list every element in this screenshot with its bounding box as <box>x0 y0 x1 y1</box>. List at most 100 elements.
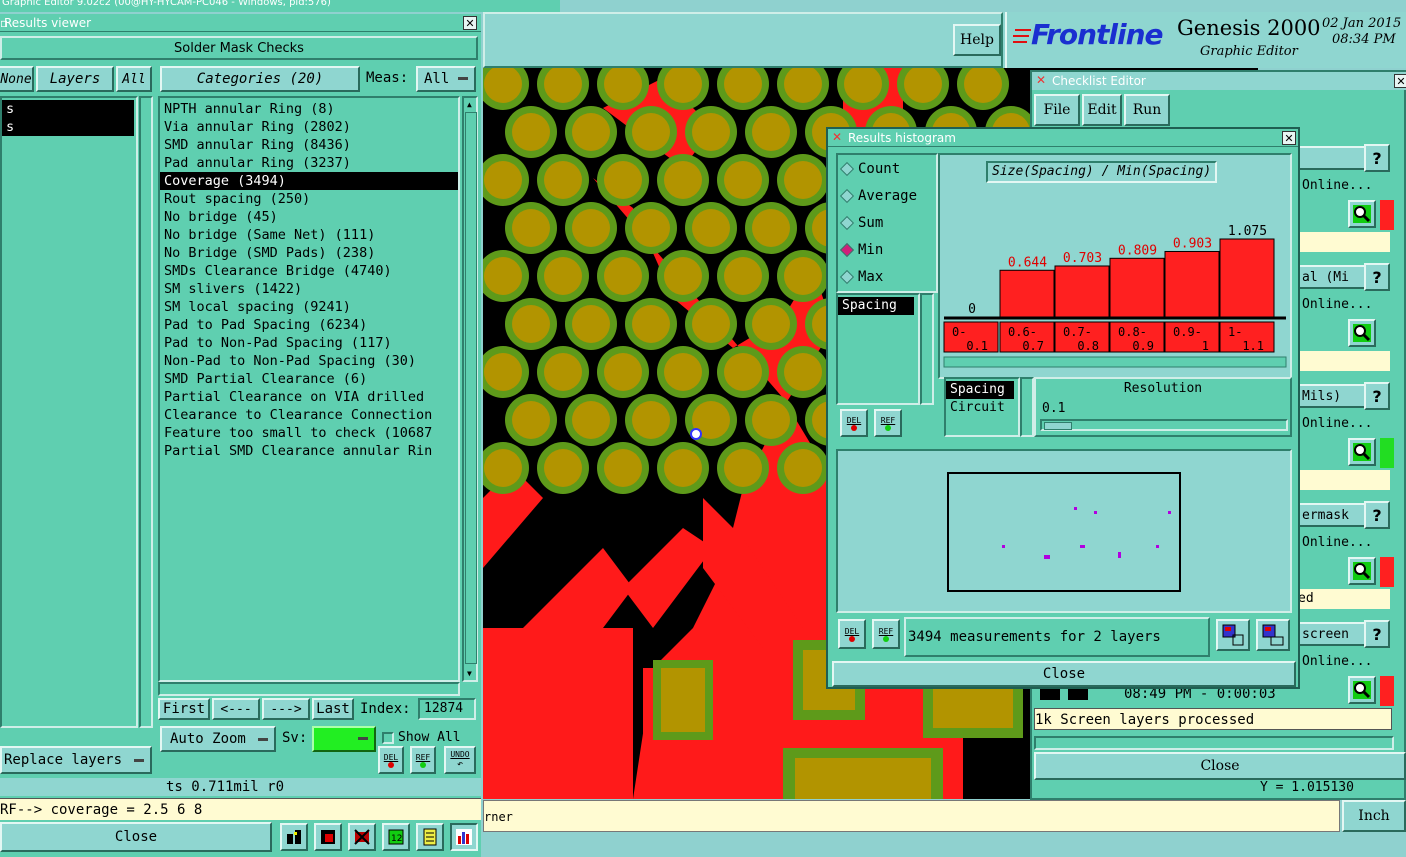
zoom-icon[interactable] <box>1348 438 1376 466</box>
scroll-thumb[interactable] <box>465 112 477 664</box>
type-list[interactable]: Spacing Circuit <box>944 377 1020 437</box>
histogram-bar[interactable] <box>1164 250 1220 318</box>
layers-button[interactable]: Layers <box>36 66 114 92</box>
category-item[interactable]: No Bridge (SMD Pads) (238) <box>160 244 458 262</box>
menu-edit[interactable]: Edit <box>1082 94 1122 126</box>
list-item[interactable]: Spacing <box>838 297 914 315</box>
list-item[interactable]: Circuit <box>946 399 1018 417</box>
menu-run[interactable]: Run <box>1124 94 1170 126</box>
category-item[interactable]: Feature too small to check (10687 <box>160 424 458 442</box>
list-item[interactable]: Spacing <box>946 381 1014 399</box>
mode-radio[interactable]: Average <box>838 182 936 209</box>
last-button[interactable]: Last <box>312 698 354 720</box>
category-item[interactable]: Coverage (3494) <box>160 172 458 190</box>
histogram-bar[interactable] <box>1054 265 1110 318</box>
report-icon[interactable] <box>416 823 444 851</box>
close-icon[interactable]: ✕ <box>1282 131 1296 145</box>
undo-button[interactable]: UNDO ↶ <box>444 746 476 774</box>
help-icon[interactable]: ? <box>1364 263 1390 291</box>
category-item[interactable]: No bridge (Same Net) (111) <box>160 226 458 244</box>
zoom-to-icon[interactable] <box>1216 619 1250 651</box>
layers-scrollbar[interactable] <box>139 96 153 728</box>
categories-list[interactable]: NPTH annular Ring (8) Via annular Ring (2… <box>158 96 460 682</box>
categories-button[interactable]: Categories (20) <box>160 66 360 92</box>
layer-item[interactable]: s <box>2 118 134 136</box>
help-icon[interactable]: ? <box>1364 620 1390 648</box>
index-input[interactable]: 12874 <box>418 698 476 720</box>
histogram-bar[interactable] <box>999 269 1055 318</box>
del-button[interactable]: DEL <box>378 746 404 774</box>
zoom-from-icon[interactable] <box>1256 619 1290 651</box>
type-scrollbar[interactable] <box>1020 377 1034 437</box>
category-item[interactable]: Non-Pad to Non-Pad Spacing (30) <box>160 352 458 370</box>
mode-radio[interactable]: Min <box>838 236 936 263</box>
rv-close-button[interactable]: Close <box>0 822 272 852</box>
histogram-close-button[interactable]: Close <box>832 661 1296 687</box>
checklist-hscroll[interactable] <box>1034 736 1394 750</box>
help-icon[interactable]: ? <box>1364 144 1390 172</box>
mode-radio[interactable]: Sum <box>838 209 936 236</box>
hist-del-button[interactable]: DEL <box>840 409 868 437</box>
category-item[interactable]: Partial SMD Clearance annular Rin <box>160 442 458 460</box>
layer-item[interactable]: s <box>2 100 134 118</box>
close-icon[interactable]: ✕ <box>1394 74 1406 88</box>
scroll-up-icon[interactable]: ▲ <box>467 100 472 109</box>
scroll-down-icon[interactable]: ▼ <box>467 669 472 678</box>
units-button[interactable]: Inch <box>1342 800 1406 832</box>
category-item[interactable]: Clearance to Clearance Connection <box>160 406 458 424</box>
next-button[interactable]: ---> <box>262 698 310 720</box>
histogram-bar[interactable] <box>1219 238 1275 318</box>
category-item[interactable]: Via annular Ring (2802) <box>160 118 458 136</box>
meas-select[interactable]: All <box>416 66 476 92</box>
mode-radio[interactable]: Count <box>838 155 936 182</box>
category-item[interactable]: SM slivers (1422) <box>160 280 458 298</box>
measure-list[interactable]: Spacing <box>836 293 920 405</box>
none-button[interactable]: None <box>0 66 34 92</box>
help-icon[interactable]: ? <box>1364 501 1390 529</box>
layers-list[interactable]: s s <box>0 96 138 728</box>
category-item[interactable]: No bridge (45) <box>160 208 458 226</box>
categories-scrollbar[interactable]: ▲ ▼ <box>462 96 478 682</box>
category-item[interactable]: SM local spacing (9241) <box>160 298 458 316</box>
category-item[interactable]: Rout spacing (250) <box>160 190 458 208</box>
prev-button[interactable]: <--- <box>212 698 260 720</box>
category-item[interactable]: Partial Clearance on VIA drilled <box>160 388 458 406</box>
category-item[interactable]: SMD Partial Clearance (6) <box>160 370 458 388</box>
ref-button[interactable]: REF <box>410 746 436 774</box>
close-icon[interactable]: ✕ <box>463 16 477 30</box>
show-all-checkbox[interactable] <box>382 732 394 744</box>
checklist-close-button[interactable]: Close <box>1034 752 1406 780</box>
resolution-slider[interactable] <box>1040 419 1288 431</box>
first-button[interactable]: First <box>158 698 210 720</box>
histogram-bar[interactable] <box>1109 257 1165 318</box>
red-layer-icon[interactable] <box>314 823 342 851</box>
mode-radio[interactable]: Max <box>838 263 936 290</box>
help-button[interactable]: Help <box>953 24 1001 56</box>
auto-zoom-select[interactable]: Auto Zoom <box>160 726 276 752</box>
sv-color-select[interactable] <box>312 726 376 752</box>
chart-hscroll[interactable] <box>943 356 1287 368</box>
delete-layer-icon[interactable] <box>348 823 376 851</box>
hist-ref-button[interactable]: REF <box>874 409 902 437</box>
measure-scrollbar[interactable] <box>920 293 934 405</box>
category-item[interactable]: Pad to Pad Spacing (6234) <box>160 316 458 334</box>
slider-handle[interactable] <box>1044 422 1072 430</box>
replace-layers-select[interactable]: Replace layers <box>0 746 152 774</box>
category-item[interactable]: SMDs Clearance Bridge (4740) <box>160 262 458 280</box>
category-item[interactable]: Pad annular Ring (3237) <box>160 154 458 172</box>
zoom-icon[interactable] <box>1348 557 1376 585</box>
category-item[interactable]: SMD annular Ring (8436) <box>160 136 458 154</box>
menu-file[interactable]: File <box>1034 94 1080 126</box>
preview-del-button[interactable]: DEL <box>838 619 866 649</box>
zoom-icon[interactable] <box>1348 319 1376 347</box>
layer-graph-icon[interactable] <box>280 823 308 851</box>
zoom-icon[interactable] <box>1348 200 1376 228</box>
help-icon[interactable]: ? <box>1364 382 1390 410</box>
category-item[interactable]: Pad to Non-Pad Spacing (117) <box>160 334 458 352</box>
histogram-icon[interactable] <box>450 823 478 851</box>
all-button[interactable]: All <box>116 66 152 92</box>
numbered-icon[interactable]: 12 <box>382 823 410 851</box>
preview-ref-button[interactable]: REF <box>872 619 900 649</box>
category-item[interactable]: NPTH annular Ring (8) <box>160 100 458 118</box>
categories-hscroll[interactable] <box>158 682 460 696</box>
